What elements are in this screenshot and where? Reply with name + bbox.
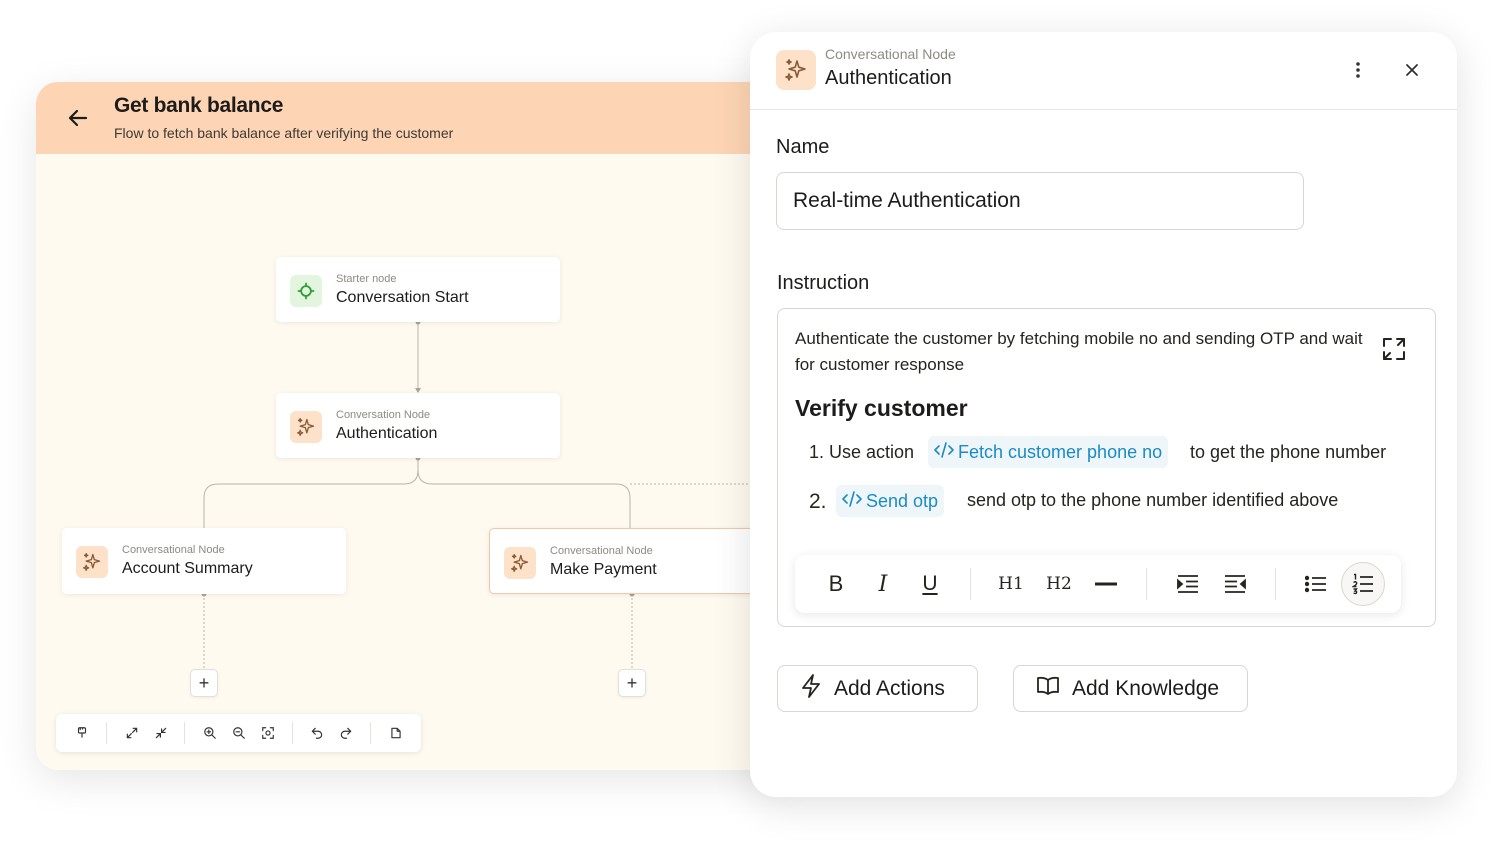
- bullet-list-icon[interactable]: [1300, 568, 1332, 600]
- toolbar-divider: [292, 722, 293, 744]
- canvas-toolbar: [56, 714, 421, 752]
- zoom-in-icon[interactable]: [200, 723, 220, 743]
- flow-node-account-summary[interactable]: Conversational Node Account Summary: [62, 528, 346, 594]
- outdent-icon[interactable]: [1219, 568, 1251, 600]
- panel-node-name: Authentication: [825, 67, 952, 89]
- flow-node-authentication[interactable]: Conversation Node Authentication: [276, 393, 560, 458]
- step-prefix: Use action: [829, 442, 915, 462]
- toolbar-divider: [370, 722, 371, 744]
- sparkle-icon: [76, 546, 108, 578]
- sparkle-icon: [776, 50, 816, 90]
- toolbar-divider: [1275, 568, 1276, 600]
- indent-icon[interactable]: [1172, 568, 1204, 600]
- step-suffix: to get the phone number: [1190, 442, 1387, 462]
- node-name-label: Account Summary: [122, 560, 253, 577]
- expand-editor-icon[interactable]: [1380, 335, 1408, 363]
- add-knowledge-label: Add Knowledge: [1072, 676, 1220, 700]
- format-toolbar: B I U H1 H2: [795, 555, 1401, 613]
- action-chip-fetch-phone[interactable]: Fetch customer phone no: [928, 436, 1169, 468]
- node-kind-label: Conversational Node: [550, 545, 653, 557]
- node-kind-label: Conversation Node: [336, 409, 431, 421]
- node-detail-panel: Conversational Node Authentication Name …: [750, 32, 1457, 797]
- node-name-label: Conversation Start: [336, 289, 469, 306]
- panel-node-kind: Conversational Node: [825, 46, 956, 62]
- step-suffix: send otp to the phone number identified …: [967, 490, 1339, 510]
- add-actions-button[interactable]: Add Actions: [777, 665, 978, 712]
- instruction-heading: Verify customer: [795, 395, 968, 421]
- node-name-label: Authentication: [336, 425, 438, 442]
- italic-button[interactable]: I: [867, 568, 899, 600]
- numbered-list-icon[interactable]: [1341, 562, 1385, 606]
- add-actions-label: Add Actions: [834, 676, 945, 700]
- name-label: Name: [776, 136, 830, 158]
- instruction-text: Authenticate the customer by fetching mo…: [795, 329, 1363, 374]
- book-icon: [1036, 675, 1060, 703]
- sparkle-icon: [504, 547, 536, 579]
- sparkle-icon: [290, 411, 322, 443]
- instruction-editor[interactable]: Authenticate the customer by fetching mo…: [777, 308, 1436, 627]
- node-name-label: Make Payment: [550, 561, 657, 578]
- step-number: 2.: [809, 490, 827, 513]
- lightning-icon: [800, 673, 822, 704]
- heading-1-button[interactable]: H1: [995, 568, 1027, 600]
- step-number: 1.: [809, 442, 825, 462]
- toolbar-divider: [106, 722, 107, 744]
- instruction-label: Instruction: [777, 272, 870, 294]
- toolbar-divider: [970, 568, 971, 600]
- crosshair-icon: [290, 275, 322, 307]
- paint-icon[interactable]: [72, 723, 92, 743]
- add-knowledge-button[interactable]: Add Knowledge: [1013, 665, 1248, 712]
- name-input[interactable]: [776, 172, 1304, 230]
- horizontal-rule-icon[interactable]: [1090, 568, 1122, 600]
- node-kind-label: Conversational Node: [122, 544, 225, 556]
- flow-canvas-window: Get bank balance Flow to fetch bank bala…: [36, 82, 796, 770]
- add-node-button[interactable]: +: [618, 669, 646, 697]
- toolbar-divider: [184, 722, 185, 744]
- code-icon: [842, 490, 862, 512]
- zoom-out-icon[interactable]: [229, 723, 249, 743]
- close-icon[interactable]: [1400, 58, 1424, 82]
- toolbar-divider: [1146, 568, 1147, 600]
- collapse-icon[interactable]: [151, 723, 171, 743]
- flow-node-conversation-start[interactable]: Starter node Conversation Start: [276, 257, 560, 322]
- panel-header-divider: [750, 109, 1457, 110]
- bold-button[interactable]: B: [820, 568, 852, 600]
- underline-button[interactable]: U: [914, 568, 946, 600]
- more-options-icon[interactable]: [1346, 58, 1370, 82]
- expand-icon[interactable]: [122, 723, 142, 743]
- add-node-button[interactable]: +: [190, 669, 218, 697]
- heading-2-button[interactable]: H2: [1043, 568, 1075, 600]
- action-chip-label: Fetch customer phone no: [958, 441, 1163, 462]
- redo-icon[interactable]: [336, 723, 356, 743]
- flow-node-make-payment[interactable]: Conversational Node Make Payment: [489, 528, 789, 594]
- code-icon: [934, 441, 954, 463]
- fit-view-icon[interactable]: [258, 723, 278, 743]
- action-chip-label: Send otp: [866, 490, 939, 511]
- action-chip-send-otp[interactable]: Send otp: [836, 485, 945, 517]
- undo-icon[interactable]: [307, 723, 327, 743]
- node-kind-label: Starter node: [336, 273, 397, 285]
- export-icon[interactable]: [386, 723, 406, 743]
